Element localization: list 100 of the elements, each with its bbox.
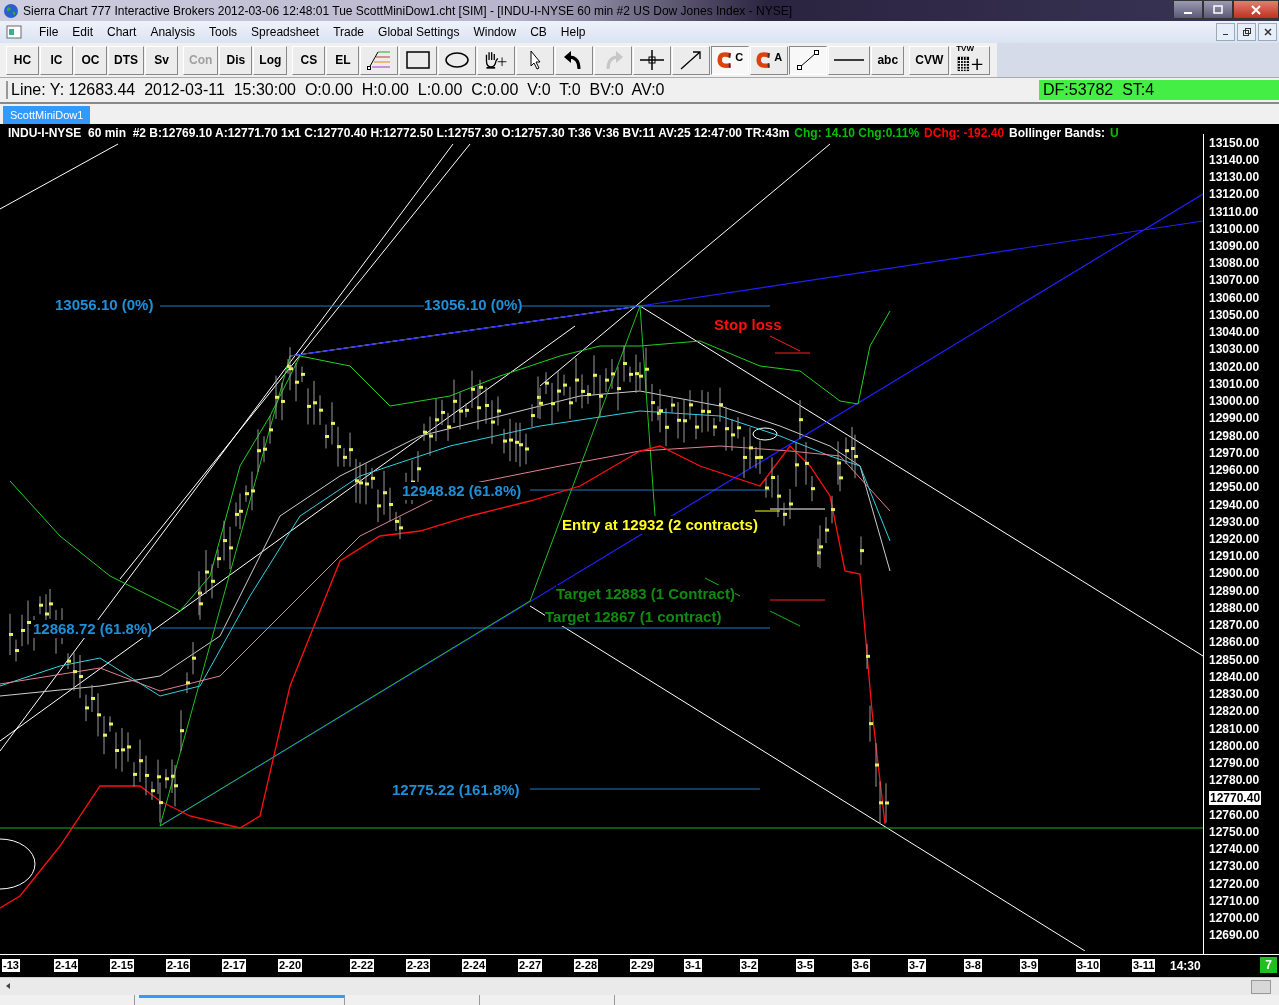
date-label: 3-11 xyxy=(1132,959,1156,972)
price-label: 13110.00 xyxy=(1209,204,1259,219)
ray-tool-button[interactable] xyxy=(672,45,711,75)
sheet-tab[interactable] xyxy=(139,995,345,1005)
price-label: 12850.00 xyxy=(1209,652,1260,667)
date-label: 2-27 xyxy=(518,959,543,972)
toolbar-button[interactable]: OC xyxy=(74,45,107,75)
price-label: 12980.00 xyxy=(1209,428,1260,443)
rectangle-tool-button[interactable] xyxy=(399,45,438,75)
price-label: 12700.00 xyxy=(1209,911,1260,926)
price-label: 13010.00 xyxy=(1209,376,1260,391)
menu-item[interactable]: File xyxy=(32,25,66,39)
toolbar-button[interactable]: Sv xyxy=(145,45,178,75)
price-label: 12970.00 xyxy=(1209,445,1260,460)
date-label: 2-20 xyxy=(278,959,303,972)
date-label: 2-17 xyxy=(222,959,247,972)
price-label: 12740.00 xyxy=(1209,842,1260,857)
menu-item[interactable]: Chart xyxy=(100,25,144,39)
date-label: 3-5 xyxy=(796,959,814,972)
menu-item[interactable]: Analysis xyxy=(143,25,203,39)
date-label: 3-7 xyxy=(908,959,926,972)
undo-tool-button[interactable] xyxy=(555,45,594,75)
fibonacci-label: 12775.22 (161.8%) xyxy=(392,781,520,799)
price-label: 12780.00 xyxy=(1209,773,1260,788)
magnet-tool-button[interactable]: C xyxy=(711,45,750,75)
price-label: 12790.00 xyxy=(1209,756,1260,771)
price-label: 12940.00 xyxy=(1209,497,1260,512)
price-label: 13060.00 xyxy=(1209,290,1260,305)
date-label: 2-23 xyxy=(406,959,431,972)
maximize-button[interactable] xyxy=(1203,0,1233,19)
segment-tool-button[interactable] xyxy=(789,45,828,75)
fibonacci-label: 13056.10 (0%) xyxy=(424,296,523,314)
fibonacci-label: 13056.10 (0%) xyxy=(55,296,154,314)
chart-header-text: Bollinger Bands: xyxy=(1009,126,1106,140)
price-label: 12800.00 xyxy=(1209,738,1260,753)
hand-tool-button[interactable] xyxy=(477,45,516,75)
toolbar-button[interactable]: IC xyxy=(40,45,73,75)
price-label: 12910.00 xyxy=(1209,549,1260,564)
fibonacci-label: 12868.72 (61.8%) xyxy=(33,620,153,638)
scroll-left-arrow-icon[interactable] xyxy=(4,982,12,990)
window-title: Sierra Chart 777 Interactive Brokers 2012-03-06 12:48:01 Tue ScottMiniDow1.cht [SIM] - [INDU-I-NYSE 60 min #2 US Dow Jones Index - NYSE] xyxy=(23,3,792,18)
price-label: 13040.00 xyxy=(1209,325,1260,340)
toolbar-button[interactable]: CS xyxy=(292,45,326,75)
toolbar-button[interactable]: abc xyxy=(871,45,905,75)
pointer-tool-button[interactable] xyxy=(516,45,555,75)
price-label: 12830.00 xyxy=(1209,687,1260,702)
date-label: 3-2 xyxy=(740,959,758,972)
close-button[interactable] xyxy=(1233,0,1279,19)
chart-header-text: DChg: -192.40 xyxy=(924,126,1005,140)
magnet-tool-button[interactable]: A xyxy=(750,45,789,75)
close-icon xyxy=(1262,27,1273,37)
date-label: 2-29 xyxy=(630,959,655,972)
restore-button[interactable] xyxy=(1237,23,1256,41)
price-label: 12710.00 xyxy=(1209,893,1260,908)
stop-loss-label: Stop loss xyxy=(714,316,782,334)
count-badge: 7 xyxy=(1260,957,1277,973)
price-label: 12860.00 xyxy=(1209,635,1260,650)
menu-item[interactable]: Spreadsheet xyxy=(244,25,327,39)
globe-icon xyxy=(3,2,19,19)
toolbar-button[interactable]: Log xyxy=(253,45,288,75)
price-label: 12820.00 xyxy=(1209,704,1260,719)
menu-item[interactable]: Edit xyxy=(65,25,101,39)
fibonacci-label: 12948.82 (61.8%) xyxy=(402,482,522,500)
date-label: 2-14 xyxy=(54,959,79,972)
menu-item[interactable]: Global Settings xyxy=(371,25,467,39)
price-label: 13030.00 xyxy=(1209,342,1260,357)
menu-item[interactable]: Trade xyxy=(326,25,372,39)
price-label: 13020.00 xyxy=(1209,359,1260,374)
scroll-thumb[interactable] xyxy=(1251,980,1271,994)
menu-item[interactable]: Tools xyxy=(202,25,245,39)
minimize-button[interactable] xyxy=(1173,0,1203,19)
horizontal-line-icon xyxy=(834,59,865,61)
menu-item[interactable]: CB xyxy=(523,25,554,39)
horizontal-scrollbar[interactable] xyxy=(0,977,1279,995)
date-label: 3-10 xyxy=(1076,959,1101,972)
hline-tool-button[interactable] xyxy=(828,45,871,75)
ellipse-icon xyxy=(444,49,471,71)
toolbar-button[interactable]: EL xyxy=(326,45,360,75)
price-label: 12750.00 xyxy=(1209,825,1260,839)
toolbar-button[interactable]: HC xyxy=(6,45,39,75)
entry-label: Entry at 12932 (2 contracts) xyxy=(562,516,758,534)
menu-item[interactable]: Help xyxy=(553,25,593,39)
minimize-icon xyxy=(1223,33,1228,36)
target-line xyxy=(769,599,826,601)
document-icon[interactable] xyxy=(6,25,22,39)
close-button[interactable] xyxy=(1258,23,1277,41)
price-label: 13050.00 xyxy=(1209,307,1260,322)
rectangle-icon xyxy=(405,49,432,71)
date-label: 3-9 xyxy=(1020,959,1038,972)
date-label: 2-16 xyxy=(166,959,191,972)
toolbar-button[interactable]: CVW xyxy=(909,45,950,75)
toolbar-button[interactable]: Dis xyxy=(219,45,253,75)
line-segment-icon xyxy=(795,49,822,71)
minimize-icon xyxy=(1184,11,1192,14)
menu-item[interactable]: Window xyxy=(466,25,524,39)
ellipse-tool-button[interactable] xyxy=(438,45,477,75)
fib-tool-button[interactable] xyxy=(360,45,399,75)
grid-tool-button[interactable]: TVW xyxy=(950,45,991,75)
toolbar-button[interactable]: DTS xyxy=(108,45,144,75)
crosshair-tool-button[interactable] xyxy=(633,45,672,75)
